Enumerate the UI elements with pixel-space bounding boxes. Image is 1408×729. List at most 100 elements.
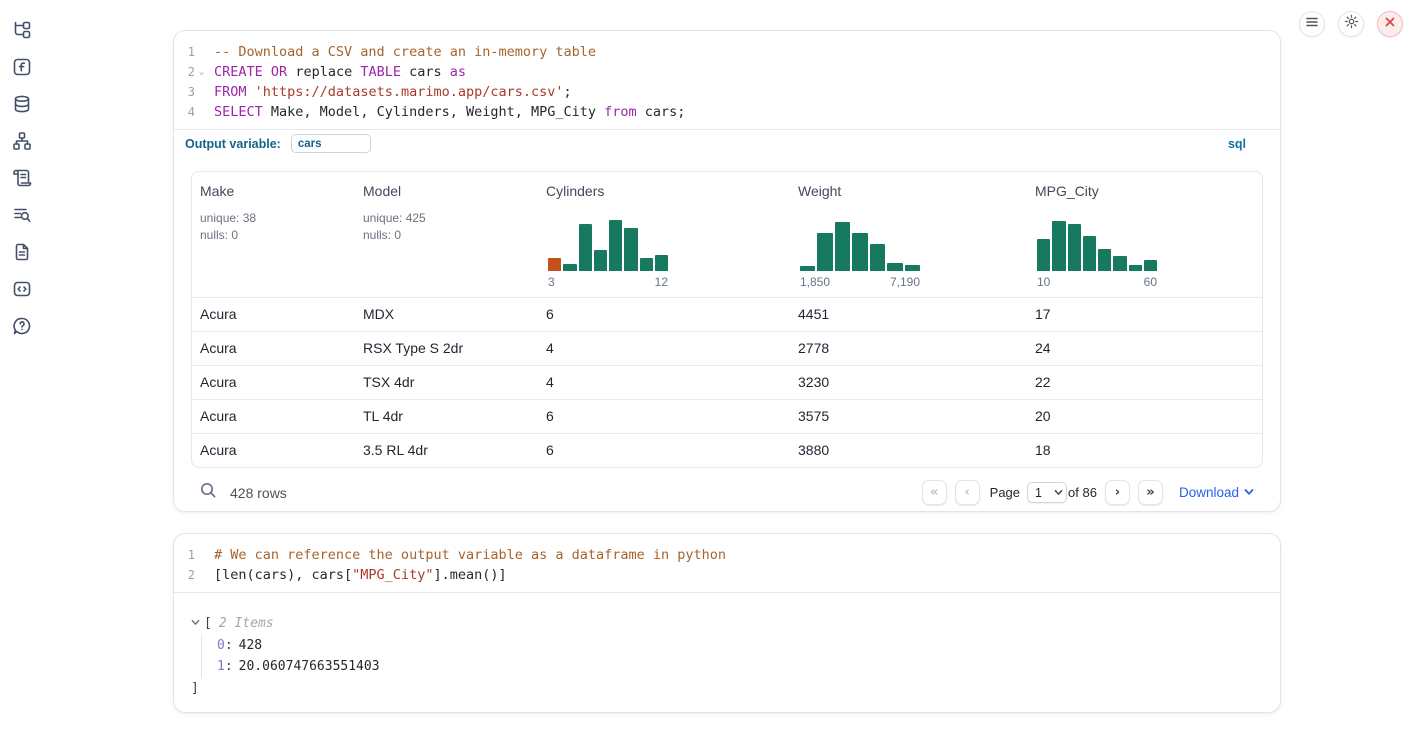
- column-title: Model: [363, 183, 530, 199]
- line-number: 1: [174, 545, 195, 565]
- gear-icon: [1344, 14, 1359, 34]
- table-cell: 3.5 RL 4dr: [355, 434, 538, 467]
- table-cell: 3575: [790, 400, 1027, 433]
- menu-button[interactable]: [1299, 11, 1325, 37]
- search-button[interactable]: [199, 484, 217, 502]
- column-histogram: 1060: [1037, 218, 1157, 289]
- tree-items-count: 2 Items: [219, 613, 274, 635]
- fold-spacer: [195, 82, 208, 102]
- database-icon: [12, 94, 32, 119]
- data-table: Makeunique: 38nulls: 0Modelunique: 425nu…: [191, 171, 1263, 468]
- histogram-bar: [548, 258, 561, 271]
- python-code-editor[interactable]: 1# We can reference the output variable …: [174, 534, 1280, 592]
- table-row: AcuraTL 4dr6357520: [192, 399, 1262, 433]
- histogram-bar: [1098, 249, 1111, 271]
- first-page-button[interactable]: «: [922, 480, 947, 505]
- tree-entry: 1:20.060747663551403: [217, 656, 1280, 678]
- output-variable-label: Output variable:: [185, 137, 281, 151]
- table-header: Makeunique: 38nulls: 0Modelunique: 425nu…: [192, 172, 1262, 297]
- column-header-model[interactable]: Modelunique: 425nulls: 0: [355, 172, 538, 297]
- cell-python: 1# We can reference the output variable …: [173, 533, 1281, 713]
- column-header-make[interactable]: Makeunique: 38nulls: 0: [192, 172, 355, 297]
- code-line[interactable]: 1# We can reference the output variable …: [174, 545, 1280, 565]
- fold-spacer: [195, 42, 208, 62]
- table-cell: 2778: [790, 332, 1027, 365]
- next-page-button[interactable]: ›: [1105, 480, 1130, 505]
- table-cell: Acura: [192, 366, 355, 399]
- sidebar-item-file-explorer[interactable]: [11, 22, 33, 42]
- table-row: AcuraMDX6445117: [192, 297, 1262, 331]
- histogram-bar: [1083, 236, 1096, 271]
- fold-spacer: [195, 102, 208, 122]
- histogram-bar: [1052, 221, 1065, 271]
- code-snippet-icon: [12, 279, 32, 304]
- histogram-bar: [594, 250, 607, 271]
- prev-page-button[interactable]: ‹: [955, 480, 980, 505]
- topbar: [1299, 11, 1403, 37]
- table-body: AcuraMDX6445117AcuraRSX Type S 2dr427782…: [192, 297, 1262, 467]
- output-variable-input[interactable]: [291, 134, 371, 153]
- settings-button[interactable]: [1338, 11, 1364, 37]
- sidebar-item-data-sources[interactable]: [11, 96, 33, 116]
- fold-icon[interactable]: ⌄: [195, 62, 208, 82]
- table-cell: 4: [538, 366, 790, 399]
- sidebar-item-help[interactable]: [11, 318, 33, 338]
- output-variable-strip: Output variable: sql: [174, 129, 1280, 157]
- column-title: Cylinders: [546, 183, 782, 199]
- code-line[interactable]: 1-- Download a CSV and create an in-memo…: [174, 42, 1280, 62]
- table-row: Acura3.5 RL 4dr6388018: [192, 433, 1262, 467]
- pagination: « ‹ Page 1 of 86 › » Download: [922, 480, 1254, 505]
- output-tree: [ 2 Items 0:4281:20.060747663551403 ]: [174, 593, 1280, 715]
- line-number: 2: [174, 565, 195, 585]
- table-cell: 4: [538, 332, 790, 365]
- histogram-bar: [563, 264, 576, 271]
- code-line[interactable]: 2[len(cars), cars["MPG_City"].mean()]: [174, 565, 1280, 585]
- table-cell: 17: [1027, 298, 1262, 331]
- column-header-mpg_city[interactable]: MPG_City 1060: [1027, 172, 1262, 297]
- tree-toggle-icon[interactable]: [191, 613, 204, 635]
- tree-close-bracket: ]: [191, 678, 1280, 700]
- tree-value: 428: [239, 638, 262, 653]
- table-cell: 3880: [790, 434, 1027, 467]
- histogram-bar: [624, 228, 637, 271]
- sidebar-item-snippets[interactable]: [11, 281, 33, 301]
- column-header-cylinders[interactable]: Cylinders312: [538, 172, 790, 297]
- code-line[interactable]: 2⌄CREATE OR replace TABLE cars as: [174, 62, 1280, 82]
- table-cell: 6: [538, 434, 790, 467]
- line-number: 1: [174, 42, 195, 62]
- sidebar-item-documentation[interactable]: [11, 244, 33, 264]
- sidebar-item-variables[interactable]: [11, 59, 33, 79]
- histogram-max-label: 7,190: [890, 275, 920, 289]
- table-cell: Acura: [192, 400, 355, 433]
- table-cell: 24: [1027, 332, 1262, 365]
- tree-open-bracket: [: [204, 613, 212, 635]
- chevron-down-icon: [1244, 485, 1254, 500]
- histogram-bar: [887, 263, 902, 271]
- last-page-button[interactable]: »: [1138, 480, 1163, 505]
- download-button[interactable]: Download: [1179, 485, 1254, 500]
- sidebar-item-dependency-graph[interactable]: [11, 133, 33, 153]
- sidebar-item-scratchpad[interactable]: [11, 170, 33, 190]
- histogram-bar: [609, 220, 622, 271]
- histogram-bar: [1037, 239, 1050, 271]
- sql-code-editor[interactable]: 1-- Download a CSV and create an in-memo…: [174, 31, 1280, 129]
- page-select[interactable]: 1: [1027, 482, 1067, 503]
- histogram-bar: [852, 233, 867, 271]
- table-cell: Acura: [192, 298, 355, 331]
- histogram-bar: [905, 265, 920, 271]
- tree-value: 20.060747663551403: [239, 659, 380, 674]
- sidebar-item-logs[interactable]: [11, 207, 33, 227]
- column-title: MPG_City: [1035, 183, 1254, 199]
- table-cell: MDX: [355, 298, 538, 331]
- language-badge-sql[interactable]: sql: [1228, 137, 1246, 151]
- histogram-bar: [655, 255, 668, 271]
- histogram-bar: [1068, 224, 1081, 271]
- code-line[interactable]: 4SELECT Make, Model, Cylinders, Weight, …: [174, 102, 1280, 122]
- shutdown-button[interactable]: [1377, 11, 1403, 37]
- table-cell: 6: [538, 298, 790, 331]
- table-cell: 18: [1027, 434, 1262, 467]
- code-line[interactable]: 3FROM 'https://datasets.marimo.app/cars.…: [174, 82, 1280, 102]
- column-header-weight[interactable]: Weight1,8507,190: [790, 172, 1027, 297]
- table-cell: 6: [538, 400, 790, 433]
- column-histogram: 1,8507,190: [800, 218, 920, 289]
